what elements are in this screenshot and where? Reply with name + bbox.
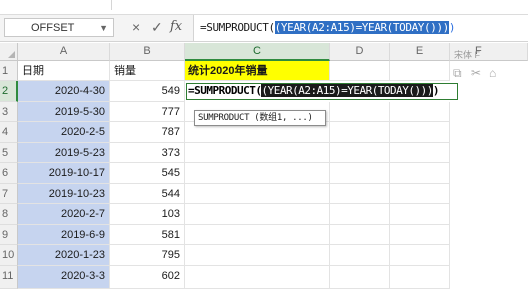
row-header-6[interactable]: 6 — [0, 163, 18, 184]
empty-cell[interactable] — [185, 245, 330, 266]
empty-cell[interactable] — [185, 204, 330, 225]
cell-b10[interactable]: 795 — [110, 245, 185, 266]
cell-e1[interactable] — [390, 61, 450, 81]
edit-prefix: =SUMPRODUCT( — [188, 84, 262, 97]
cell-b1[interactable]: 销量 — [110, 61, 185, 81]
cell-a5[interactable]: 2019-5-23 — [18, 143, 110, 163]
cell-a1[interactable]: 日期 — [18, 61, 110, 81]
empty-cell[interactable] — [390, 102, 450, 122]
empty-cell[interactable] — [390, 163, 450, 184]
row-header-8[interactable]: 8 — [0, 204, 18, 225]
cell-b11[interactable]: 602 — [110, 266, 185, 289]
row-header-1[interactable]: 1 — [0, 61, 18, 81]
name-box[interactable]: OFFSET ▼ — [4, 18, 114, 37]
cell-a7[interactable]: 2019-10-23 — [18, 184, 110, 204]
cell-c2-editor[interactable]: =SUMPRODUCT((YEAR(A2:A15)=YEAR(TODAY()))… — [186, 83, 458, 100]
cell-a4[interactable]: 2020-2-5 — [18, 122, 110, 143]
row-header-10[interactable]: 10 — [0, 245, 18, 266]
cell-a6[interactable]: 2019-10-17 — [18, 163, 110, 184]
cell-a11[interactable]: 2020-3-3 — [18, 266, 110, 289]
formula-bar: OFFSET ▼ × ✓ fx =SUMPRODUCT((YEAR(A2:A15… — [0, 14, 528, 42]
formula-text: =SUMPRODUCT((YEAR(A2:A15)=YEAR(TODAY()))… — [200, 21, 456, 34]
cut-icon[interactable]: ✂ — [471, 66, 481, 80]
cell-a8[interactable]: 2020-2-7 — [18, 204, 110, 225]
copy-icon[interactable]: ⧉ — [453, 66, 462, 81]
col-header-d[interactable]: D — [330, 43, 390, 61]
row-header-2[interactable]: 2 — [0, 81, 18, 102]
font-label: 宋体 F — [454, 50, 480, 60]
row-header-5[interactable]: 5 — [0, 143, 18, 163]
cell-d1[interactable] — [330, 61, 390, 81]
cell-a9[interactable]: 2019-6-9 — [18, 225, 110, 245]
cell-a3[interactable]: 2019-5-30 — [18, 102, 110, 122]
cancel-icon[interactable]: × — [132, 19, 140, 35]
row-header-9[interactable]: 9 — [0, 225, 18, 245]
cell-b8[interactable]: 103 — [110, 204, 185, 225]
row-header-11[interactable]: 11 — [0, 266, 18, 289]
cell-b7[interactable]: 544 — [110, 184, 185, 204]
cell-c1[interactable]: 统计2020年销量 — [185, 61, 330, 81]
empty-cell[interactable] — [185, 266, 330, 289]
cell-b9[interactable]: 581 — [110, 225, 185, 245]
empty-cell[interactable] — [330, 143, 390, 163]
empty-cell[interactable] — [390, 225, 450, 245]
formula-suffix: ) — [448, 21, 456, 34]
row-header-7[interactable]: 7 — [0, 184, 18, 204]
formula-highlight: (YEAR(A2:A15)=YEAR(TODAY())) — [274, 21, 449, 34]
edit-suffix: ) — [432, 84, 440, 97]
empty-cell[interactable] — [185, 143, 330, 163]
name-box-value: OFFSET — [31, 22, 75, 34]
empty-cell[interactable] — [330, 102, 390, 122]
empty-cell[interactable] — [390, 245, 450, 266]
col-header-a[interactable]: A — [18, 43, 110, 61]
formula-prefix: =SUMPRODUCT( — [200, 21, 275, 34]
enter-icon[interactable]: ✓ — [151, 19, 163, 36]
col-header-b[interactable]: B — [110, 43, 185, 61]
cell-a2[interactable]: 2020-4-30 — [18, 81, 110, 102]
col-header-e[interactable]: E — [390, 43, 450, 61]
empty-cell[interactable] — [330, 163, 390, 184]
col-header-c[interactable]: C — [185, 43, 330, 61]
edit-highlight: (YEAR(A2:A15)=YEAR(TODAY())) — [261, 84, 433, 97]
function-tooltip: SUMPRODUCT (数组1, ...) — [194, 110, 326, 126]
empty-cell[interactable] — [390, 204, 450, 225]
cell-b3[interactable]: 777 — [110, 102, 185, 122]
empty-cell[interactable] — [185, 225, 330, 245]
floating-toolbar: 宋体 F ⧉ ✂ ⌂ — [450, 40, 528, 88]
empty-cell[interactable] — [390, 184, 450, 204]
empty-cell[interactable] — [390, 122, 450, 143]
empty-cell[interactable] — [390, 266, 450, 289]
empty-cell[interactable] — [330, 245, 390, 266]
formula-input[interactable]: =SUMPRODUCT((YEAR(A2:A15)=YEAR(TODAY()))… — [193, 15, 528, 41]
empty-cell[interactable] — [185, 184, 330, 204]
format-painter-icon[interactable]: ⌂ — [489, 66, 496, 80]
cell-a10[interactable]: 2020-1-23 — [18, 245, 110, 266]
empty-cell[interactable] — [185, 163, 330, 184]
divider — [111, 0, 112, 10]
empty-cell[interactable] — [330, 204, 390, 225]
row-header-3[interactable]: 3 — [0, 102, 18, 122]
empty-cell[interactable] — [390, 143, 450, 163]
chevron-down-icon[interactable]: ▼ — [99, 23, 108, 33]
row-header-4[interactable]: 4 — [0, 122, 18, 143]
cell-b5[interactable]: 373 — [110, 143, 185, 163]
empty-cell[interactable] — [330, 266, 390, 289]
cell-b6[interactable]: 545 — [110, 163, 185, 184]
empty-cell[interactable] — [330, 122, 390, 143]
top-strip — [0, 0, 528, 10]
empty-cell[interactable] — [330, 225, 390, 245]
select-all-corner[interactable] — [0, 43, 18, 61]
cell-b4[interactable]: 787 — [110, 122, 185, 143]
cell-b2[interactable]: 549 — [110, 81, 185, 102]
empty-cell[interactable] — [330, 184, 390, 204]
fx-icon[interactable]: fx — [170, 19, 182, 34]
